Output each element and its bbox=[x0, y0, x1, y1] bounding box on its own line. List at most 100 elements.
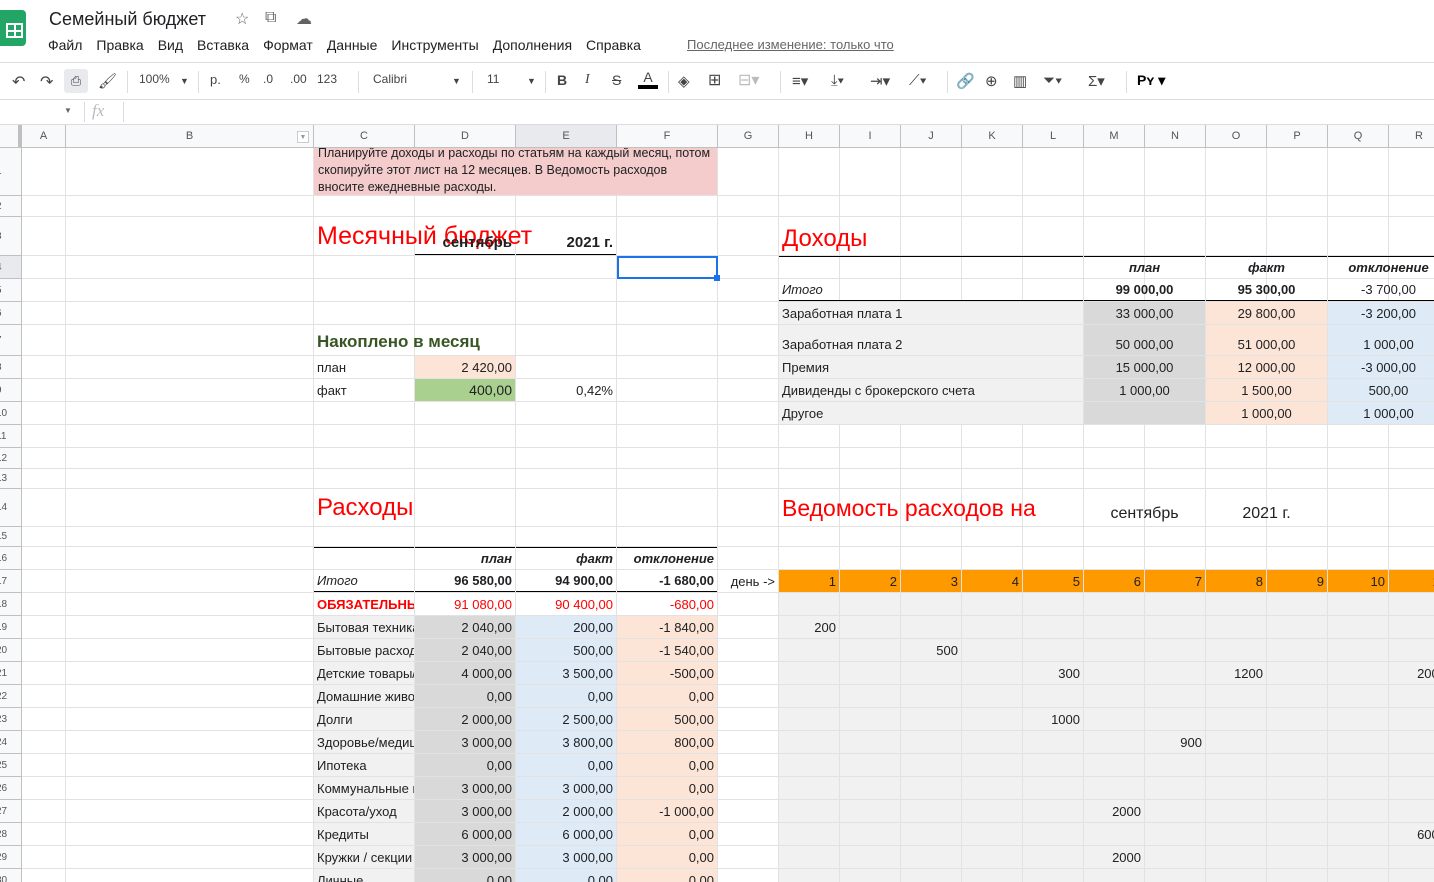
expense-row-plan[interactable]: 0,00 bbox=[415, 754, 515, 776]
expense-row-deviation[interactable]: 0,00 bbox=[617, 777, 717, 799]
row-header-3[interactable]: 3 bbox=[0, 217, 22, 256]
ledger-month[interactable]: сентябрь bbox=[1084, 489, 1205, 526]
ledger-cell[interactable] bbox=[1389, 731, 1434, 753]
ledger-cell[interactable] bbox=[1023, 639, 1083, 661]
menu-5[interactable]: Данные bbox=[327, 37, 378, 53]
expense-row-deviation[interactable]: 0,00 bbox=[617, 685, 717, 707]
insert-comment-icon[interactable]: ⊕ bbox=[985, 72, 998, 90]
expense-row-fact[interactable]: 6 000,00 bbox=[516, 823, 616, 845]
ledger-cell[interactable] bbox=[1328, 708, 1388, 730]
expenses-title[interactable]: Расходы bbox=[314, 489, 414, 526]
income-total-dev[interactable]: -3 700,00 bbox=[1328, 279, 1434, 301]
ledger-cell[interactable] bbox=[901, 777, 961, 799]
currency-format-button[interactable]: р. bbox=[210, 72, 221, 87]
ledger-cell[interactable] bbox=[962, 685, 1022, 707]
font-select[interactable]: Calibri bbox=[373, 72, 407, 86]
ledger-cell[interactable] bbox=[1206, 800, 1266, 822]
zoom-select[interactable]: 100% bbox=[139, 72, 170, 86]
ledger-cell[interactable] bbox=[779, 593, 839, 615]
expense-row-deviation[interactable]: -500,00 bbox=[617, 662, 717, 684]
ledger-cell[interactable] bbox=[1145, 777, 1205, 799]
ledger-cell[interactable] bbox=[1328, 846, 1388, 868]
budget-month[interactable]: сентябрь bbox=[415, 217, 515, 255]
expense-row-fact[interactable]: 2 500,00 bbox=[516, 708, 616, 730]
ledger-cell[interactable] bbox=[1267, 685, 1327, 707]
row-header-2[interactable]: 2 bbox=[0, 196, 22, 217]
row-header-21[interactable]: 21 bbox=[0, 662, 22, 685]
expense-row-label[interactable]: Детские товары/садик bbox=[314, 662, 414, 684]
expense-row-plan[interactable]: 6 000,00 bbox=[415, 823, 515, 845]
income-row-label[interactable]: Дивиденды с брокерского счета bbox=[779, 379, 1083, 401]
ledger-cell[interactable] bbox=[1206, 731, 1266, 753]
expenses-total-label[interactable]: Итого bbox=[314, 570, 414, 592]
fill-color-icon[interactable]: ◈ bbox=[678, 72, 690, 90]
expense-row-deviation[interactable]: -1 000,00 bbox=[617, 800, 717, 822]
ledger-cell[interactable] bbox=[901, 662, 961, 684]
expenses-header-dev[interactable]: отклонение bbox=[617, 547, 717, 569]
expense-row-fact[interactable]: 0,00 bbox=[516, 869, 616, 882]
column-header-K[interactable]: K bbox=[962, 125, 1023, 148]
income-title[interactable]: Доходы bbox=[779, 217, 1083, 255]
ledger-cell[interactable] bbox=[1145, 754, 1205, 776]
income-total-label[interactable]: Итого bbox=[779, 279, 1083, 301]
ledger-cell[interactable] bbox=[1206, 777, 1266, 799]
ledger-cell[interactable] bbox=[1267, 777, 1327, 799]
ledger-cell[interactable] bbox=[840, 777, 900, 799]
ledger-cell[interactable] bbox=[1023, 777, 1083, 799]
day-header-8[interactable]: 8 bbox=[1206, 570, 1266, 592]
ledger-cell[interactable] bbox=[962, 754, 1022, 776]
ledger-cell[interactable] bbox=[1145, 708, 1205, 730]
ledger-cell[interactable] bbox=[962, 616, 1022, 638]
ledger-cell[interactable] bbox=[901, 823, 961, 845]
column-header-Q[interactable]: Q bbox=[1328, 125, 1389, 148]
expenses-total-fact[interactable]: 94 900,00 bbox=[516, 570, 616, 592]
expense-row-label[interactable]: Кружки / секции bbox=[314, 846, 414, 868]
expense-row-label[interactable]: Коммунальные платежи bbox=[314, 777, 414, 799]
daily-expense-day-3[interactable]: 500 bbox=[901, 639, 961, 661]
ledger-cell[interactable] bbox=[962, 800, 1022, 822]
income-row-plan[interactable]: 50 000,00 bbox=[1084, 325, 1205, 355]
ledger-cell[interactable] bbox=[1023, 685, 1083, 707]
row-header-4[interactable]: 4 bbox=[0, 256, 22, 279]
day-header-11[interactable]: 11 bbox=[1389, 570, 1434, 592]
expense-row-fact[interactable]: 0,00 bbox=[516, 685, 616, 707]
income-row-deviation[interactable]: 500,00 bbox=[1328, 379, 1434, 401]
row-header-23[interactable]: 23 bbox=[0, 708, 22, 731]
row-header-16[interactable]: 16 bbox=[0, 547, 22, 570]
ledger-cell[interactable] bbox=[1145, 800, 1205, 822]
ledger-cell[interactable] bbox=[901, 869, 961, 882]
sheets-logo-icon[interactable] bbox=[0, 10, 26, 46]
row-header-22[interactable]: 22 bbox=[0, 685, 22, 708]
ledger-cell[interactable] bbox=[1206, 823, 1266, 845]
daily-expense-day-5[interactable]: 300 bbox=[1023, 662, 1083, 684]
expense-row-deviation[interactable]: 500,00 bbox=[617, 708, 717, 730]
expense-row-deviation[interactable]: 0,00 bbox=[617, 846, 717, 868]
expenses-total-plan[interactable]: 96 580,00 bbox=[415, 570, 515, 592]
ledger-cell[interactable] bbox=[1328, 731, 1388, 753]
savings-fact-label[interactable]: факт bbox=[314, 379, 414, 401]
expenses-group-plan[interactable]: 91 080,00 bbox=[415, 593, 515, 615]
income-row-fact[interactable]: 1 000,00 bbox=[1206, 402, 1327, 424]
ledger-year[interactable]: 2021 г. bbox=[1206, 489, 1327, 526]
ledger-cell[interactable] bbox=[1145, 869, 1205, 882]
expense-row-plan[interactable]: 0,00 bbox=[415, 685, 515, 707]
income-row-fact[interactable]: 51 000,00 bbox=[1206, 325, 1327, 355]
ledger-cell[interactable] bbox=[1267, 662, 1327, 684]
ledger-cell[interactable] bbox=[1328, 685, 1388, 707]
ledger-cell[interactable] bbox=[901, 754, 961, 776]
ledger-cell[interactable] bbox=[1084, 869, 1144, 882]
income-header-plan[interactable]: план bbox=[1084, 256, 1205, 278]
ledger-cell[interactable] bbox=[901, 846, 961, 868]
star-icon[interactable]: ☆ bbox=[235, 9, 249, 29]
ledger-cell[interactable] bbox=[1389, 800, 1434, 822]
income-row-plan[interactable] bbox=[1084, 402, 1205, 424]
menu-0[interactable]: Файл bbox=[48, 37, 82, 53]
ledger-cell[interactable] bbox=[840, 869, 900, 882]
filter-dropdown-icon[interactable]: ▼ bbox=[297, 131, 309, 143]
ledger-cell[interactable] bbox=[779, 662, 839, 684]
text-wrap-icon[interactable]: ⇥▾ bbox=[870, 72, 890, 90]
row-header-6[interactable]: 6 bbox=[0, 302, 22, 325]
ledger-cell[interactable] bbox=[840, 800, 900, 822]
ledger-cell[interactable] bbox=[1389, 708, 1434, 730]
daily-expense-day-5[interactable]: 1000 bbox=[1023, 708, 1083, 730]
